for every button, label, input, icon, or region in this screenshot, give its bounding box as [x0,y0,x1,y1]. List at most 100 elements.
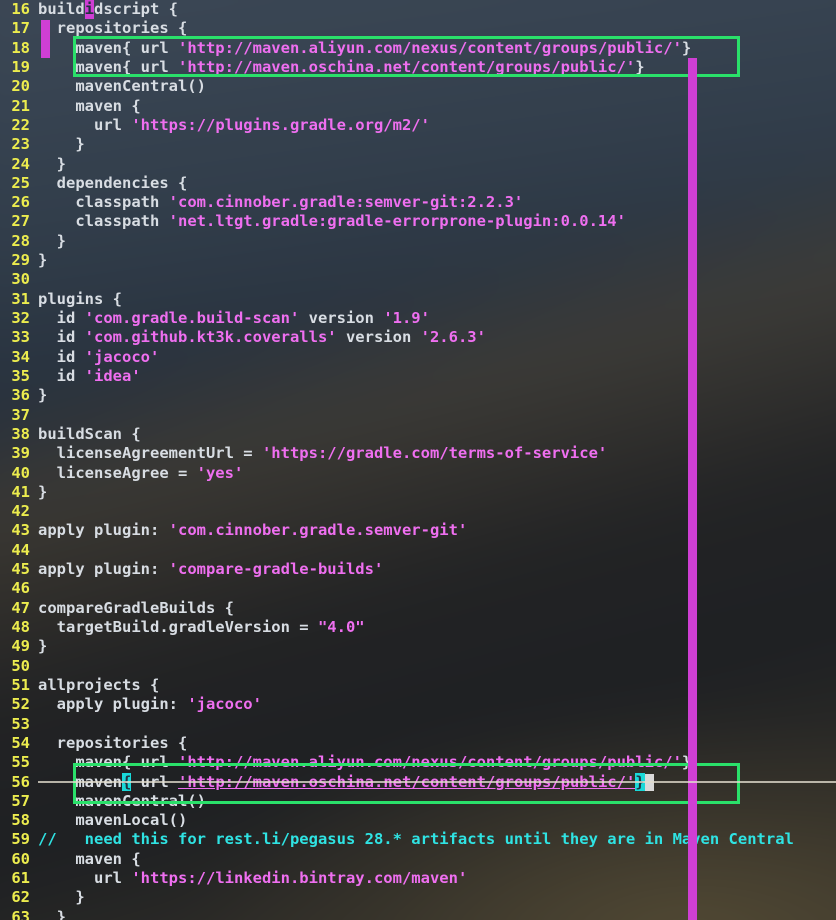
code-line-content[interactable]: maven{ url 'http://maven.aliyun.com/nexu… [38,39,691,57]
code-line-content[interactable]: targetBuild.gradleVersion = "4.0" [38,618,365,636]
code-line-content[interactable]: } [38,908,66,920]
code-line-content[interactable]: apply plugin: 'jacoco' [38,695,262,713]
code-line-content[interactable]: id 'com.gradle.build-scan' version '1.9' [38,309,430,327]
code-line[interactable]: 36} [0,386,836,405]
line-number: 52 [11,695,30,714]
code-token-match: { [122,772,132,791]
code-editor-pane[interactable]: 16 buildidscript {17 repositories {18 mav… [0,0,836,920]
code-line[interactable]: 34 id 'jacoco' [0,348,836,367]
code-line[interactable]: 31 plugins { [0,290,836,309]
code-line[interactable]: 20 mavenCentral() [0,77,836,96]
code-line-content[interactable]: mavenCentral() [38,77,206,95]
code-line[interactable]: 19 maven{ url 'http://maven.oschina.net/… [0,58,836,77]
code-line[interactable]: 23 } [0,135,836,154]
code-line[interactable]: 17 repositories { [0,19,836,38]
code-line[interactable]: 28 } [0,232,836,251]
code-line-content[interactable]: id 'idea' [38,367,141,385]
code-line[interactable]: 51 allprojects { [0,676,836,695]
code-line[interactable]: 42 [0,502,836,521]
code-line[interactable]: 45 apply plugin: 'compare-gradle-builds' [0,560,836,579]
code-token-str: 'https://plugins.gradle.org/m2/' [131,115,430,134]
code-line-content[interactable]: compareGradleBuilds { [38,599,234,617]
code-line-content[interactable]: id 'com.github.kt3k.coveralls' version '… [38,328,486,346]
code-token-str: 'yes' [196,463,244,482]
code-line[interactable]: 25 dependencies { [0,174,836,193]
code-line[interactable]: 44 [0,541,836,560]
code-line[interactable]: 29} [0,251,836,270]
code-line[interactable]: 27 classpath 'net.ltgt.gradle:gradle-err… [0,212,836,231]
code-line-content[interactable]: // need this for rest.li/pegasus 28.* ar… [38,830,794,848]
code-line-content[interactable]: } [38,232,66,250]
code-line-content[interactable]: licenseAgreementUrl = 'https://gradle.co… [38,444,608,462]
code-line[interactable]: 62 } [0,888,836,907]
code-line[interactable]: 46 [0,579,836,598]
code-line[interactable]: 50 [0,657,836,676]
code-line[interactable]: 40 licenseAgree = 'yes' [0,464,836,483]
code-line[interactable]: 57 mavenCentral() [0,792,836,811]
code-line[interactable]: 52 apply plugin: 'jacoco' [0,695,836,714]
code-line[interactable]: 16 buildidscript { [0,0,836,20]
code-line-content[interactable]: } [38,251,47,269]
code-line-content[interactable]: classpath 'net.ltgt.gradle:gradle-errorp… [38,212,626,230]
code-line-content[interactable]: } [38,483,47,501]
code-line-content[interactable]: } [38,386,47,404]
code-token-def: id [38,347,85,366]
code-line[interactable]: 63 } [0,908,836,920]
code-line-content[interactable]: buildidscript { [38,0,178,20]
code-line[interactable]: 49} [0,637,836,656]
code-line[interactable]: 48 targetBuild.gradleVersion = "4.0" [0,618,836,637]
code-line[interactable]: 24 } [0,155,836,174]
code-line-content[interactable]: } [38,155,66,173]
code-line[interactable]: 47 compareGradleBuilds { [0,599,836,618]
code-line-content[interactable]: url 'https://linkedin.bintray.com/maven' [38,869,467,887]
code-line-content[interactable]: classpath 'com.cinnober.gradle:semver-gi… [38,193,523,211]
code-line-content[interactable]: apply plugin: 'compare-gradle-builds' [38,560,383,578]
code-line-content[interactable]: licenseAgree = 'yes' [38,463,244,482]
code-line-content[interactable]: maven{ url 'http://maven.aliyun.com/nexu… [38,753,691,771]
code-line-content[interactable]: apply plugin: 'com.cinnober.gradle.semve… [38,521,467,539]
code-line[interactable]: 39 licenseAgreementUrl = 'https://gradle… [0,444,836,463]
code-line-content[interactable]: maven { [38,850,140,868]
code-line-content[interactable]: mavenCentral() [38,792,206,810]
code-line[interactable]: 60 maven { [0,850,836,869]
code-line[interactable]: 58 mavenLocal() [0,811,836,830]
code-line[interactable]: 35 id 'idea' [0,367,836,386]
code-line-content[interactable]: maven { [38,97,140,115]
code-line-content[interactable]: } [38,637,47,655]
terminal-window[interactable]: 16 buildidscript {17 repositories {18 mav… [0,0,836,920]
code-line-content[interactable]: buildScan { [38,425,141,443]
code-line[interactable]: 61 url 'https://linkedin.bintray.com/mav… [0,869,836,888]
code-token-link[interactable]: 'http://maven.oschina.net/content/groups… [178,773,635,791]
code-line[interactable]: 26 classpath 'com.cinnober.gradle:semver… [0,193,836,212]
code-line[interactable]: 55 maven{ url 'http://maven.aliyun.com/n… [0,753,836,772]
code-line-content[interactable]: allprojects { [38,676,159,694]
code-line[interactable]: 54 repositories { [0,734,836,753]
code-line[interactable]: 18 maven{ url 'http://maven.aliyun.com/n… [0,39,836,58]
code-line-content[interactable]: } [38,135,84,153]
code-line[interactable]: 41} [0,483,836,502]
code-token-def: classpath [38,193,169,212]
code-line-content[interactable]: repositories { [38,734,188,752]
line-number: 28 [11,231,30,250]
code-line[interactable]: 21 maven { [0,97,836,116]
code-line[interactable]: 22 url 'https://plugins.gradle.org/m2/' [0,116,836,135]
code-line[interactable]: 33 id 'com.github.kt3k.coveralls' versio… [0,328,836,347]
code-line-content[interactable]: mavenLocal() [38,811,187,829]
code-line[interactable]: 37 [0,406,836,425]
code-line[interactable]: 59 // need this for rest.li/pegasus 28.* … [0,830,836,849]
code-line[interactable]: 30 [0,270,836,289]
code-line-content[interactable]: maven{ url 'http://maven.oschina.net/con… [38,772,654,791]
code-line-content[interactable]: maven{ url 'http://maven.oschina.net/con… [38,58,644,76]
code-line[interactable]: 43 apply plugin: 'com.cinnober.gradle.sem… [0,521,836,540]
code-line-content[interactable]: plugins { [38,290,122,308]
code-line-content[interactable]: dependencies { [38,174,188,192]
code-line-content[interactable]: } [38,888,84,906]
code-line[interactable]: 56 maven{ url 'http://maven.oschina.net/… [0,772,836,792]
code-token-def: } [681,38,692,57]
code-line[interactable]: 53 [0,715,836,734]
code-line-content[interactable]: id 'jacoco' [38,347,160,366]
code-line-content[interactable]: repositories { [38,19,188,37]
code-line[interactable]: 32 id 'com.gradle.build-scan' version '1… [0,309,836,328]
code-line-content[interactable]: url 'https://plugins.gradle.org/m2/' [38,116,430,134]
code-line[interactable]: 38 buildScan { [0,425,836,444]
